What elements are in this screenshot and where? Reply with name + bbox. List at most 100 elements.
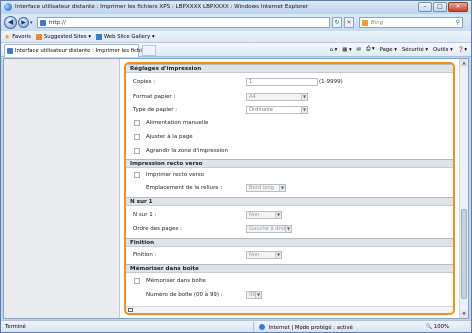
url-text: http://	[49, 20, 66, 26]
box-number-select[interactable]: 00 ▼	[246, 291, 262, 299]
fit-page-checkbox[interactable]	[134, 134, 140, 140]
page-content: Réglages d'impression Copies : 1 (1-9999…	[3, 58, 469, 319]
web-slice-icon	[96, 33, 102, 40]
type-select[interactable]: Ordinaire ▼	[246, 106, 308, 114]
bing-icon	[362, 20, 368, 26]
zoom-level: 100%	[433, 324, 449, 330]
panel-footer	[126, 306, 453, 313]
tab-active[interactable]: Interface utilisateur distante : Imprime…	[4, 44, 155, 57]
format-value: A4	[249, 94, 256, 100]
section-header-recto-verso: Impression recto verso	[126, 159, 453, 168]
mail-button[interactable]: ✉	[357, 47, 361, 53]
scroll-down-icon[interactable]: ▼	[460, 310, 468, 318]
globe-icon	[259, 324, 265, 330]
favorites-bar: ★ Favoris Suggested Sites ▾ Web Slice Ga…	[1, 31, 471, 43]
chevron-down-icon: ▼	[301, 107, 307, 113]
help-menu[interactable]: ❓▾	[458, 47, 467, 53]
tools-menu[interactable]: Outils ▾	[433, 47, 453, 53]
star-icon: ★	[4, 32, 11, 41]
web-slice-gallery-link[interactable]: Web Slice Gallery ▾	[96, 33, 155, 40]
status-bar: Terminé Internet | Mode protégé : activé…	[1, 320, 471, 332]
left-navigation-pane	[4, 59, 120, 318]
tab-title: Interface utilisateur distante : Imprime…	[15, 48, 156, 54]
n-sur-1-value: Non	[249, 212, 260, 218]
favorites-button[interactable]: ★ Favoris	[4, 33, 31, 41]
copies-range: (1-9999)	[319, 79, 343, 85]
manual-feed-label: Alimentation manuelle	[146, 120, 209, 126]
format-select[interactable]: A4 ▼	[246, 93, 308, 101]
enlarge-area-checkbox[interactable]	[134, 148, 140, 154]
section-header-n-sur-1: N sur 1	[126, 197, 453, 206]
command-buttons: ⌂ ▾ ▦ ▾ ✉ ⎙ ▾ Page ▾ Sécurité ▾ Outils ▾…	[330, 46, 467, 53]
manual-feed-checkbox[interactable]	[134, 120, 140, 126]
print-duplex-checkbox[interactable]	[134, 172, 140, 178]
scrollbar-thumb[interactable]	[461, 209, 467, 299]
feeds-button[interactable]: ▦ ▾	[342, 47, 351, 53]
section-header-memoriser: Mémoriser dans boîte	[126, 264, 453, 273]
format-label: Format papier :	[133, 94, 176, 100]
binding-label: Emplacement de la reliure :	[146, 185, 223, 191]
minimize-button[interactable]: –	[418, 2, 432, 12]
window-controls: – □ ✕	[418, 2, 468, 12]
search-input[interactable]: Bing ⚲	[359, 17, 463, 28]
status-text: Terminé	[5, 324, 26, 330]
print-duplex-label: Imprimer recto verso	[146, 172, 204, 178]
refresh-icon[interactable]: ↻	[332, 17, 342, 28]
section-header-finition: Finition	[126, 238, 453, 247]
page-order-label: Ordre des pages :	[133, 226, 182, 232]
back-button[interactable]: ◀	[4, 16, 17, 29]
address-bar: ◀ ▶ ▾ http:// ↻ ✕ Bing ⚲	[1, 14, 471, 31]
suggested-sites-link[interactable]: Suggested Sites ▾	[35, 33, 91, 40]
scroll-up-icon[interactable]: ▲	[460, 59, 468, 67]
close-button[interactable]: ✕	[448, 2, 468, 12]
favorites-label: Favoris	[12, 33, 31, 40]
print-button[interactable]: ⎙ ▾	[366, 46, 375, 53]
store-in-box-label: Mémoriser dans boîte	[146, 278, 206, 284]
chevron-down-icon: ▼	[255, 292, 261, 298]
chevron-down-icon: ▼	[285, 226, 291, 232]
box-number-label: Numéro de boîte (00 à 99) :	[146, 292, 223, 298]
enlarge-area-label: Agrandir la zone d'impression	[146, 148, 228, 154]
page-order-select[interactable]: Gauche à droite ▼	[246, 225, 292, 233]
vertical-scrollbar[interactable]: ▲ ▼	[459, 59, 468, 318]
new-tab-button[interactable]	[142, 45, 156, 56]
copies-label: Copies :	[133, 79, 156, 85]
copies-input[interactable]: 1	[246, 78, 318, 86]
zoom-control[interactable]: 🔍 100%	[426, 324, 449, 330]
search-placeholder: Bing	[371, 20, 384, 26]
stop-icon[interactable]: ✕	[344, 17, 354, 28]
section-header-reglages: Réglages d'impression	[126, 64, 453, 73]
web-slice-label: Web Slice Gallery ▾	[104, 33, 155, 40]
suggested-sites-icon	[35, 33, 42, 40]
security-zone[interactable]: Internet | Mode protégé : activé	[259, 324, 353, 331]
forward-button[interactable]: ▶	[18, 17, 29, 28]
finition-select[interactable]: Non ▼	[246, 251, 282, 259]
url-tools: ↻ ✕	[332, 17, 354, 28]
maximize-button[interactable]: □	[433, 2, 447, 12]
finition-value: Non	[249, 252, 260, 258]
n-sur-1-select[interactable]: Non ▼	[246, 211, 282, 219]
security-menu[interactable]: Sécurité ▾	[402, 47, 428, 53]
history-dropdown-icon[interactable]: ▾	[30, 20, 33, 26]
finition-label: Finition :	[133, 252, 157, 258]
chevron-down-icon: ▼	[279, 185, 285, 191]
binding-select[interactable]: Bord long ▼	[246, 184, 286, 192]
zoom-icon: 🔍	[425, 324, 433, 330]
chevron-down-icon: ▼	[275, 252, 281, 258]
chevron-down-icon: ▼	[301, 94, 307, 100]
suggested-sites-label: Suggested Sites ▾	[43, 33, 91, 40]
document-icon	[128, 308, 133, 312]
title-bar: Interface utilisateur distante : Imprime…	[1, 1, 471, 14]
command-bar: Interface utilisateur distante : Imprime…	[1, 43, 471, 57]
chevron-down-icon: ▼	[275, 212, 281, 218]
store-in-box-checkbox[interactable]	[134, 278, 140, 284]
security-zone-text: Internet | Mode protégé : activé	[268, 325, 353, 331]
type-label: Type de papier :	[133, 107, 178, 113]
page-menu[interactable]: Page ▾	[380, 47, 397, 53]
home-button[interactable]: ⌂ ▾	[330, 47, 338, 53]
print-settings-panel: Réglages d'impression Copies : 1 (1-9999…	[124, 62, 455, 315]
ie-logo-icon	[4, 3, 12, 11]
binding-value: Bord long	[249, 185, 274, 191]
search-icon[interactable]: ⚲	[456, 19, 460, 26]
url-input[interactable]: http://	[37, 17, 330, 28]
